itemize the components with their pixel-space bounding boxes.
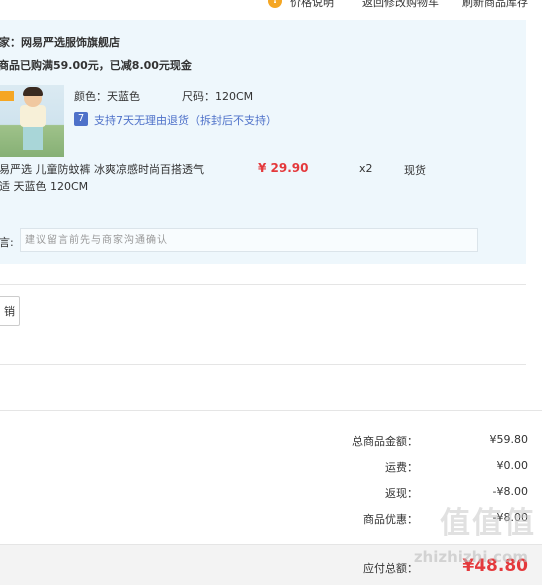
product-size: 尺码：120CM (182, 90, 254, 103)
product-title-line2[interactable]: 舒适 天蓝色 120CM (0, 178, 88, 194)
promo-text: 活动商品已购满59.00元，已减8.00元现金 (0, 59, 192, 72)
warning-icon: ! (268, 0, 282, 8)
discount-label: 商品优惠： (363, 513, 418, 526)
divider (0, 410, 542, 411)
promo-tag-icon (0, 91, 14, 101)
subtotal-label: 总商品金额： (352, 435, 418, 448)
watermark-logo: 值值值 (440, 506, 536, 541)
refresh-stock-link[interactable]: 刷新商品库存 (462, 0, 528, 10)
cashback-value: -¥8.00 (492, 485, 528, 498)
cancel-button[interactable]: 销 (0, 296, 20, 326)
total-label: 应付总额： (363, 562, 418, 575)
message-input[interactable]: 建议留言前先与商家沟通确认 (20, 228, 478, 252)
divider (0, 284, 526, 285)
watermark-url: zhizhizhi.com (413, 548, 528, 566)
product-price: ¥ 29.90 (258, 161, 309, 175)
seller-name[interactable]: 商家：网易严选服饰旗舰店 (0, 34, 120, 50)
shipping-label: 运费： (385, 461, 418, 474)
seven-day-return-icon: 7 (74, 112, 88, 126)
subtotal-value: ¥59.80 (489, 433, 529, 446)
cashback-label: 返现： (385, 487, 418, 500)
stock-status: 现货 (404, 164, 426, 177)
shipping-value: ¥0.00 (496, 459, 529, 472)
product-thumbnail[interactable] (0, 85, 64, 157)
product-title[interactable]: 网易严选 儿童防蚊裤 冰爽凉感时尚百搭透气 (0, 161, 204, 177)
back-to-cart-link[interactable]: 返回修改购物车 (362, 0, 439, 10)
return-policy[interactable]: 支持7天无理由退货（拆封后不支持） (94, 112, 277, 128)
product-qty: x2 (359, 162, 373, 175)
product-color: 颜色：天蓝色 (74, 90, 140, 103)
message-label: 留言: (0, 236, 14, 249)
divider (0, 364, 526, 365)
price-info-link[interactable]: 价格说明 (290, 0, 334, 10)
